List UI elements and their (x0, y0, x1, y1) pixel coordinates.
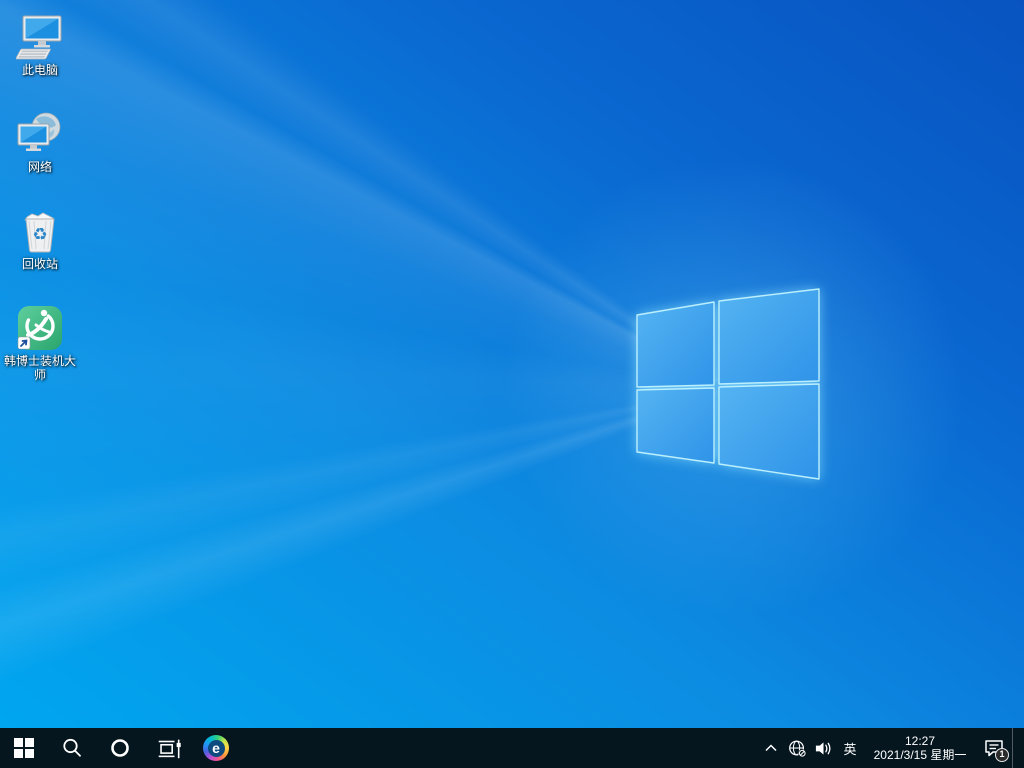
shortcut-arrow-overlay (17, 336, 31, 350)
cortana-button[interactable] (96, 728, 144, 768)
edge-icon: e (203, 735, 229, 761)
cortana-icon (111, 739, 129, 757)
system-tray: 英 12:27 2021/3/15 星期一 1 (758, 728, 1024, 768)
desktop-icon-list: 此电脑 网络 ♻ 回收站 韩博士装机大师 (2, 8, 78, 396)
clock[interactable]: 12:27 2021/3/15 星期一 (864, 728, 976, 768)
start-button[interactable] (0, 728, 48, 768)
task-view-icon (158, 739, 181, 759)
desktop-icon-hanboshi[interactable]: 韩博士装机大师 (2, 299, 78, 395)
windows-start-icon (14, 738, 34, 758)
desktop-wallpaper: 此电脑 网络 ♻ 回收站 韩博士装机大师 (0, 0, 1024, 728)
desktop-icon-label: 韩博士装机大师 (3, 354, 76, 382)
ime-language-indicator[interactable]: 英 (836, 728, 864, 768)
desktop-icon-network[interactable]: 网络 (2, 105, 78, 201)
network-icon (17, 112, 61, 151)
edge-button[interactable]: e (192, 728, 240, 768)
search-button[interactable] (48, 728, 96, 768)
hidden-icons-button[interactable] (758, 728, 784, 768)
search-icon (63, 738, 81, 757)
windows-logo-wallpaper (636, 288, 820, 480)
svg-text:♻: ♻ (32, 225, 47, 245)
task-view-button[interactable] (144, 728, 192, 768)
tray-time: 12:27 (904, 734, 936, 748)
tray-date: 2021/3/15 星期一 (873, 748, 967, 762)
taskbar: e 英 12:27 2021/3/15 星期一 1 (0, 728, 1024, 768)
edge-letter: e (207, 739, 225, 757)
action-center-button[interactable]: 1 (976, 728, 1012, 768)
this-pc-icon (16, 15, 62, 60)
desktop-icon-label: 网络 (27, 160, 52, 174)
network-status-button[interactable] (784, 728, 810, 768)
recycle-bin-icon: ♻ (24, 212, 55, 253)
volume-button[interactable] (810, 728, 836, 768)
desktop-icon-recycle-bin[interactable]: ♻ 回收站 (2, 202, 78, 298)
speaker-icon (815, 741, 831, 755)
hanboshi-app-icon (17, 306, 62, 350)
desktop-icon-label: 回收站 (21, 257, 58, 271)
show-desktop-button[interactable] (1012, 728, 1024, 768)
notification-badge: 1 (995, 748, 1009, 762)
desktop-icon-this-pc[interactable]: 此电脑 (2, 8, 78, 104)
globe-no-internet-icon (788, 740, 806, 757)
desktop-icon-label: 此电脑 (21, 63, 58, 77)
chevron-up-icon (765, 744, 777, 752)
